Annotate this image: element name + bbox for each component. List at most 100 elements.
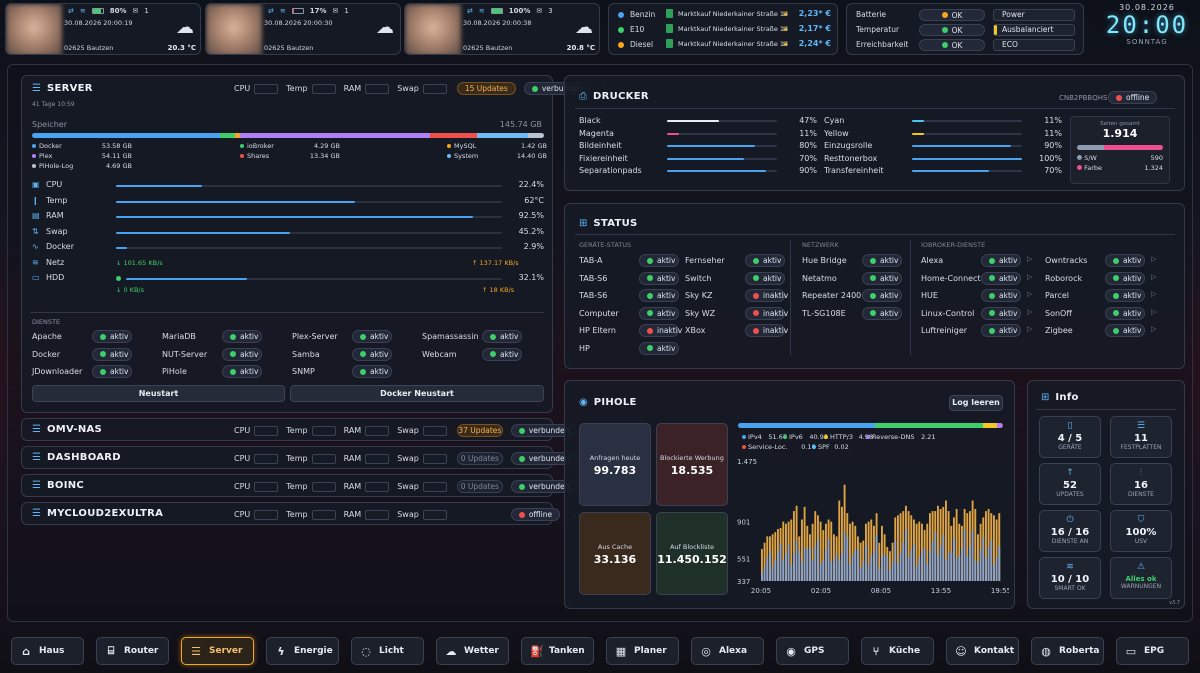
fuel-type: E10 [630,25,645,34]
metric-bar [116,231,502,234]
chart-bar-blocked [979,549,982,581]
play-icon[interactable]: ▷ [1027,290,1032,298]
nav-alexa-button[interactable]: ◎ Alexa [691,637,764,665]
server-row[interactable]: ☰ OMV-NAS CPU Temp RAM Swap 37 Updates verbunde… [21,418,594,441]
mode-button[interactable]: Ausbalanciert [993,24,1075,36]
device-name: Luftreiniger [921,326,968,335]
info-tile[interactable]: ↑ 52 UPDATES [1039,463,1101,505]
info-tile[interactable]: ⛉ 100% USV [1110,510,1172,552]
wifi-icon: ≋ [79,7,86,15]
stat-label: Aus Cache [597,543,633,551]
play-icon[interactable]: ▷ [1151,290,1156,298]
sliders-icon: ⫶ [1139,468,1143,478]
nav-haus-button[interactable]: ⌂ Haus [11,637,84,665]
nav-licht-button[interactable]: ◌ Licht [351,637,424,665]
nav-kontakt-button[interactable]: ☺ Kontakt [946,637,1019,665]
status-ok-badge: OK [919,39,985,51]
chart-bar-blocked [897,562,899,581]
connection-dot [518,427,525,434]
server-row[interactable]: ☰ DASHBOARD CPU Temp RAM Swap 0 Updates verbund… [21,446,594,469]
sw-label: S/W [1084,154,1097,162]
storage-legend-dot [32,164,36,168]
phone-card[interactable]: ⇄ ≋ 80% ✉ 1 30.08.2026 20:00:19 02625 Bautzen 2… [5,3,201,55]
server-row[interactable]: ☰MYCLOUD2EXULTRACPUTempRAMSwapoffline⌄ [21,502,577,525]
nav-server-button[interactable]: ☰ Server [181,637,254,665]
chart-bar-blocked [790,564,793,581]
play-icon[interactable]: ▷ [1027,325,1032,333]
status-dot [647,345,653,351]
info-tile[interactable]: ☰ 11 FESTPLATTEN [1110,416,1172,458]
ram-label: RAM [343,426,362,435]
mode-button[interactable]: Power [993,9,1075,21]
ram-sparkline [365,83,390,94]
docker-restart-button[interactable]: Docker Neustart [290,385,544,402]
chart-bar-blocked [787,544,790,581]
nav-tanken-button[interactable]: ⛽ Tanken [521,637,594,665]
nav-gps-button[interactable]: ◉ GPS [776,637,849,665]
info-tile[interactable]: ⫶ 16 DIENSTE [1110,463,1172,505]
chart-bar-blocked [761,573,763,581]
info-tile[interactable]: ≋ 10 / 10 SMART OK [1039,557,1101,599]
cpu-sparkline [254,481,279,492]
nav-label: Router [124,646,159,656]
chart-bar-blocked [931,541,934,581]
consumable-name: Black [579,116,601,125]
play-icon[interactable]: ▷ [1151,325,1156,333]
status-dot [870,310,876,316]
calendar-icon: ▦ [615,644,627,658]
clock-day: SONNTAG [1126,38,1168,46]
server-row[interactable]: ☰BOINCCPUTempRAMSwap0 Updatesverbunden⌄ [21,474,594,497]
info-tile[interactable]: ▯ 4 / 5 GERÄTE [1039,416,1101,458]
mode-button[interactable]: ECO [993,39,1075,51]
play-icon[interactable]: ▷ [1151,273,1156,281]
device-name: Computer [579,308,619,318]
nav-wetter-button[interactable]: ☁ Wetter [436,637,509,665]
phone-card[interactable]: ⇄ ≋ 17% ✉ 1 30.08.2026 20:00:30 02625 Bautzen ☁ [205,3,401,55]
device-status-badge: aktiv [981,254,1021,267]
info-tile[interactable]: ⏻ 16 / 16 DIENSTE AN [1039,510,1101,552]
nav-planer-button[interactable]: ▦ Planer [606,637,679,665]
updates-badge[interactable]: 0 Updates [456,480,503,493]
status-dot [100,351,106,357]
play-icon[interactable]: ▷ [1027,255,1032,263]
chart-bar-blocked [862,561,865,581]
status-dot [100,333,106,340]
header-temp-label: Temp [286,84,308,93]
device-status-badge: aktiv [639,289,679,302]
nav-roberta-button[interactable]: ◍ Roberta [1031,637,1104,665]
x-tick-label: 02:05 [811,587,831,595]
pihole-stat-box: Anfragen heute 99.783 [579,423,651,506]
legend-name: Service-Loc. [748,443,788,451]
temp-sparkline [311,425,336,436]
consumable-name: Yellow [824,128,849,138]
play-icon[interactable]: ▷ [1027,308,1032,316]
consumable-bar [667,170,777,172]
restart-button[interactable]: Neustart [32,385,285,402]
chart-bar-blocked [982,537,985,581]
play-icon[interactable]: ▷ [1027,273,1032,281]
chart-bar-blocked [806,548,809,581]
info-tile[interactable]: ⚠ Alles ok WARNUNGEN [1110,557,1172,599]
play-icon[interactable]: ▷ [1151,308,1156,316]
pihole-card: ◉ PIHOLE Log leeren Anfragen heute 99.783… [564,380,1015,609]
consumable-bar [667,120,777,122]
server-icon: ☰ [32,83,41,94]
updates-badge[interactable]: 37 Updates [456,424,503,437]
device-status-badge: aktiv [1105,324,1145,337]
updates-badge[interactable]: 0 Updates [456,452,503,465]
consumable-name: Transfereinheit [824,166,884,175]
nav-epg-button[interactable]: ▭ EPG [1116,637,1189,665]
updates-badge[interactable]: 15 Updates [456,82,516,95]
phone-card[interactable]: ⇄ ≋ 100% ✉ 3 30.08.2026 20:00:38 02625 Bautzen… [404,3,600,55]
nav-küche-button[interactable]: ⑂ Küche [861,637,934,665]
play-icon[interactable]: ▷ [1151,255,1156,263]
clear-log-button[interactable]: Log leeren [949,395,1003,411]
storage-segment [528,133,544,138]
lightning-icon: ϟ [277,644,285,658]
service-status-badge: aktiv [352,347,392,361]
nav-router-button[interactable]: ⌸ Router [96,637,169,665]
hdd-write: ↑ 18 KB/s [482,286,515,294]
storage-legend-dot [447,154,451,158]
nav-energie-button[interactable]: ϟ Energie [266,637,339,665]
storage-legend-name: MySQL [454,142,477,150]
